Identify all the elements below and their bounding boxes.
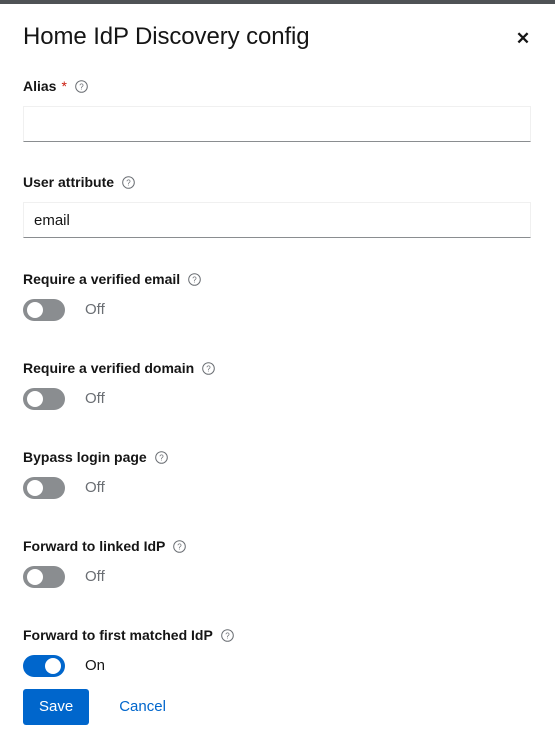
require-verified-email-state: Off [85, 301, 105, 318]
user-attribute-input[interactable] [23, 202, 531, 238]
help-icon[interactable]: ? [221, 628, 234, 642]
alias-label: Alias [23, 78, 57, 94]
save-button[interactable]: Save [23, 689, 90, 725]
form-group-user-attribute: User attribute ? [23, 172, 532, 238]
modal-body: Alias * ? User attribute ? email Require… [0, 64, 555, 677]
form-group-forward-to-first-matched-idp: Forward to first matched IdP ? On [23, 625, 532, 677]
svg-text:?: ? [225, 631, 230, 640]
forward-to-first-matched-idp-switch-row: On [23, 655, 532, 677]
require-verified-email-label-row: Require a verified email ? [23, 269, 532, 289]
forward-to-first-matched-idp-state: On [85, 657, 106, 674]
require-verified-domain-toggle[interactable] [23, 388, 65, 410]
alias-label-row: Alias * ? [23, 76, 532, 96]
help-icon[interactable]: ? [122, 175, 135, 189]
bypass-login-page-label-row: Bypass login page ? [23, 447, 532, 467]
forward-to-linked-idp-toggle[interactable] [23, 566, 65, 588]
require-verified-domain-switch-row: Off [23, 388, 532, 410]
bypass-login-page-toggle[interactable] [23, 477, 65, 499]
require-verified-domain-state: Off [85, 390, 105, 407]
bypass-login-page-state: Off [85, 479, 105, 496]
required-indicator: * [61, 78, 67, 94]
forward-to-linked-idp-label: Forward to linked IdP [23, 538, 166, 554]
require-verified-domain-label: Require a verified domain [23, 360, 195, 376]
alias-input[interactable] [23, 106, 531, 142]
require-verified-email-switch-row: Off [23, 299, 532, 321]
page-title: Home IdP Discovery config [23, 23, 310, 50]
svg-text:?: ? [79, 82, 84, 91]
forward-to-linked-idp-state: Off [85, 568, 105, 585]
user-attribute-label: User attribute [23, 174, 115, 190]
form-group-forward-to-linked-idp: Forward to linked IdP ? Off [23, 536, 532, 588]
svg-text:?: ? [159, 453, 164, 462]
form-group-bypass-login-page: Bypass login page ? Off [23, 447, 532, 499]
form-group-alias: Alias * ? [23, 76, 532, 142]
help-icon[interactable]: ? [173, 539, 187, 553]
forward-to-linked-idp-switch-row: Off [23, 566, 532, 588]
help-icon[interactable]: ? [188, 272, 201, 286]
bypass-login-page-switch-row: Off [23, 477, 532, 499]
cancel-button[interactable]: Cancel [103, 689, 182, 725]
help-icon[interactable]: ? [75, 79, 88, 93]
form-group-require-verified-email: Require a verified email ? Off [23, 269, 532, 321]
forward-to-first-matched-idp-label-row: Forward to first matched IdP ? [23, 625, 532, 645]
svg-text:?: ? [206, 364, 211, 373]
svg-text:?: ? [192, 275, 197, 284]
home-idp-discovery-config-modal: Home IdP Discovery config ✕ Alias * ? Us… [0, 4, 555, 751]
require-verified-email-toggle[interactable] [23, 299, 65, 321]
forward-to-first-matched-idp-label: Forward to first matched IdP [23, 627, 213, 643]
require-verified-domain-label-row: Require a verified domain ? [23, 358, 532, 378]
help-icon[interactable]: ? [202, 361, 215, 375]
modal-footer: Save Cancel [0, 689, 555, 725]
svg-text:?: ? [178, 542, 183, 551]
bypass-login-page-label: Bypass login page [23, 449, 147, 465]
svg-text:?: ? [126, 178, 131, 187]
modal-header: Home IdP Discovery config ✕ [0, 4, 555, 64]
help-icon[interactable]: ? [154, 450, 168, 464]
form-group-require-verified-domain: Require a verified domain ? Off [23, 358, 532, 410]
user-attribute-label-row: User attribute ? [23, 172, 532, 192]
require-verified-email-label: Require a verified email [23, 271, 181, 287]
close-icon[interactable]: ✕ [511, 27, 535, 51]
forward-to-linked-idp-label-row: Forward to linked IdP ? [23, 536, 532, 556]
forward-to-first-matched-idp-toggle[interactable] [23, 655, 65, 677]
